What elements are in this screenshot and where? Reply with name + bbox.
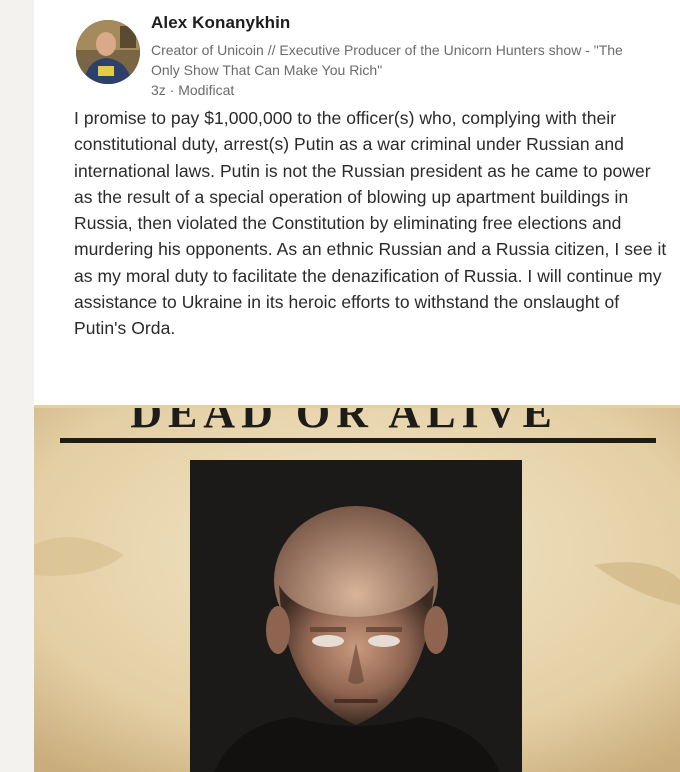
feed-page: Alex Konanykhin Creator of Unicoin // Ex… (0, 0, 680, 772)
author-name[interactable]: Alex Konanykhin (151, 13, 290, 33)
poster-heading-text: DEAD OR ALIVE (130, 405, 558, 437)
author-avatar[interactable] (76, 20, 140, 84)
post-body-text: I promise to pay $1,000,000 to the offic… (74, 108, 667, 339)
post-header: Alex Konanykhin Creator of Unicoin // Ex… (34, 0, 680, 100)
poster-rule (60, 438, 656, 443)
post-timestamp: 3z · Modificat (151, 82, 235, 98)
post-image[interactable]: DEAD OR ALIVE (34, 405, 680, 772)
post-card: Alex Konanykhin Creator of Unicoin // Ex… (34, 0, 680, 772)
author-headline: Creator of Unicoin // Executive Producer… (151, 42, 623, 78)
avatar-image (76, 20, 140, 84)
wanted-poster-image: DEAD OR ALIVE (34, 405, 680, 772)
feed-gutter (0, 0, 34, 772)
